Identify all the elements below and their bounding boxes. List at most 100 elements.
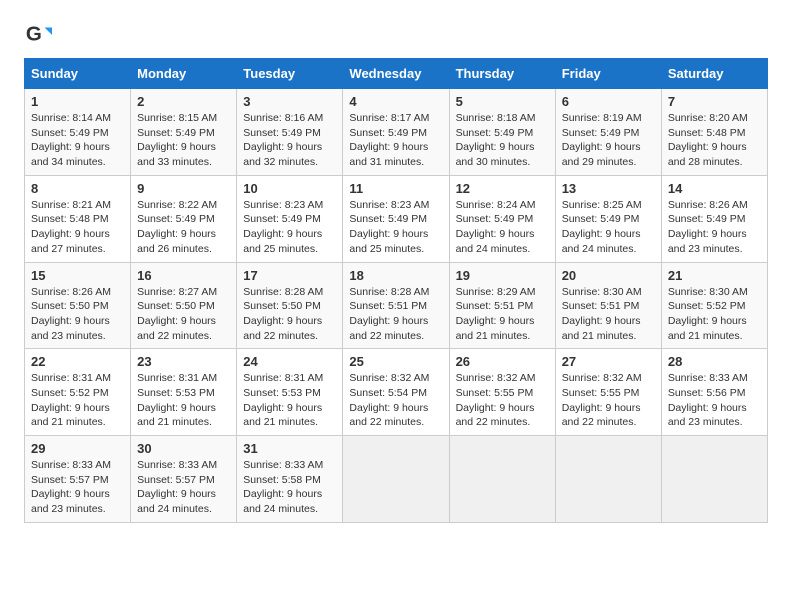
day-number: 6 xyxy=(562,94,655,109)
day-number: 12 xyxy=(456,181,549,196)
calendar-day-cell: 20Sunrise: 8:30 AMSunset: 5:51 PMDayligh… xyxy=(555,262,661,349)
calendar-day-header: Wednesday xyxy=(343,59,449,89)
day-info: Sunrise: 8:30 AMSunset: 5:52 PMDaylight:… xyxy=(668,286,748,342)
day-info: Sunrise: 8:32 AMSunset: 5:54 PMDaylight:… xyxy=(349,372,429,428)
calendar-week-row: 1 Sunrise: 8:14 AMSunset: 5:49 PMDaylight… xyxy=(25,89,768,176)
day-number: 25 xyxy=(349,354,442,369)
calendar-day-cell: 29 Sunrise: 8:33 AMSunset: 5:57 PMDayligh… xyxy=(25,436,131,523)
day-number: 27 xyxy=(562,354,655,369)
calendar-day-cell: 31Sunrise: 8:33 AMSunset: 5:58 PMDayligh… xyxy=(237,436,343,523)
day-number: 28 xyxy=(668,354,761,369)
day-info: Sunrise: 8:25 AMSunset: 5:49 PMDaylight:… xyxy=(562,199,642,255)
calendar-day-cell: 19Sunrise: 8:29 AMSunset: 5:51 PMDayligh… xyxy=(449,262,555,349)
calendar-day-header: Tuesday xyxy=(237,59,343,89)
day-info: Sunrise: 8:33 AMSunset: 5:58 PMDaylight:… xyxy=(243,459,323,515)
day-number: 9 xyxy=(137,181,230,196)
calendar-day-cell: 23Sunrise: 8:31 AMSunset: 5:53 PMDayligh… xyxy=(131,349,237,436)
calendar-day-cell: 25 Sunrise: 8:32 AMSunset: 5:54 PMDayligh… xyxy=(343,349,449,436)
calendar-day-cell: 15 Sunrise: 8:26 AMSunset: 5:50 PMDayligh… xyxy=(25,262,131,349)
day-number: 29 xyxy=(31,441,124,456)
calendar-day-cell: 24 Sunrise: 8:31 AMSunset: 5:53 PMDayligh… xyxy=(237,349,343,436)
calendar-day-cell xyxy=(343,436,449,523)
day-info: Sunrise: 8:32 AMSunset: 5:55 PMDaylight:… xyxy=(456,372,536,428)
calendar-day-cell: 4 Sunrise: 8:17 AMSunset: 5:49 PMDaylight… xyxy=(343,89,449,176)
day-info: Sunrise: 8:31 AMSunset: 5:52 PMDaylight:… xyxy=(31,372,111,428)
calendar-day-cell: 27 Sunrise: 8:32 AMSunset: 5:55 PMDayligh… xyxy=(555,349,661,436)
calendar-day-cell: 1 Sunrise: 8:14 AMSunset: 5:49 PMDaylight… xyxy=(25,89,131,176)
day-number: 30 xyxy=(137,441,230,456)
day-info: Sunrise: 8:14 AMSunset: 5:49 PMDaylight:… xyxy=(31,112,111,168)
day-number: 24 xyxy=(243,354,336,369)
calendar-day-cell: 6 Sunrise: 8:19 AMSunset: 5:49 PMDaylight… xyxy=(555,89,661,176)
day-number: 21 xyxy=(668,268,761,283)
day-info: Sunrise: 8:33 AMSunset: 5:57 PMDaylight:… xyxy=(31,459,111,515)
day-info: Sunrise: 8:21 AMSunset: 5:48 PMDaylight:… xyxy=(31,199,111,255)
calendar-day-cell: 5Sunrise: 8:18 AMSunset: 5:49 PMDaylight… xyxy=(449,89,555,176)
day-number: 17 xyxy=(243,268,336,283)
calendar-day-cell: 22Sunrise: 8:31 AMSunset: 5:52 PMDayligh… xyxy=(25,349,131,436)
day-info: Sunrise: 8:26 AMSunset: 5:50 PMDaylight:… xyxy=(31,286,111,342)
day-number: 3 xyxy=(243,94,336,109)
calendar-day-header: Sunday xyxy=(25,59,131,89)
day-number: 18 xyxy=(349,268,442,283)
day-info: Sunrise: 8:15 AMSunset: 5:49 PMDaylight:… xyxy=(137,112,217,168)
calendar-day-cell xyxy=(449,436,555,523)
calendar-day-header: Saturday xyxy=(661,59,767,89)
calendar-day-header: Thursday xyxy=(449,59,555,89)
calendar-day-cell: 11 Sunrise: 8:23 AMSunset: 5:49 PMDayligh… xyxy=(343,175,449,262)
day-info: Sunrise: 8:26 AMSunset: 5:49 PMDaylight:… xyxy=(668,199,748,255)
svg-text:G: G xyxy=(26,23,42,46)
day-info: Sunrise: 8:28 AMSunset: 5:50 PMDaylight:… xyxy=(243,286,323,342)
calendar-day-cell: 26 Sunrise: 8:32 AMSunset: 5:55 PMDayligh… xyxy=(449,349,555,436)
day-info: Sunrise: 8:20 AMSunset: 5:48 PMDaylight:… xyxy=(668,112,748,168)
calendar-day-cell: 9 Sunrise: 8:22 AMSunset: 5:49 PMDaylight… xyxy=(131,175,237,262)
calendar-day-cell: 17 Sunrise: 8:28 AMSunset: 5:50 PMDayligh… xyxy=(237,262,343,349)
calendar-table: SundayMondayTuesdayWednesdayThursdayFrid… xyxy=(24,58,768,523)
day-number: 5 xyxy=(456,94,549,109)
day-number: 8 xyxy=(31,181,124,196)
calendar-day-cell: 14 Sunrise: 8:26 AMSunset: 5:49 PMDayligh… xyxy=(661,175,767,262)
day-info: Sunrise: 8:23 AMSunset: 5:49 PMDaylight:… xyxy=(349,199,429,255)
day-number: 11 xyxy=(349,181,442,196)
day-number: 4 xyxy=(349,94,442,109)
day-number: 13 xyxy=(562,181,655,196)
day-info: Sunrise: 8:29 AMSunset: 5:51 PMDaylight:… xyxy=(456,286,536,342)
day-number: 14 xyxy=(668,181,761,196)
day-info: Sunrise: 8:17 AMSunset: 5:49 PMDaylight:… xyxy=(349,112,429,168)
day-info: Sunrise: 8:32 AMSunset: 5:55 PMDaylight:… xyxy=(562,372,642,428)
logo: G xyxy=(24,20,56,48)
day-info: Sunrise: 8:19 AMSunset: 5:49 PMDaylight:… xyxy=(562,112,642,168)
calendar-day-cell: 7 Sunrise: 8:20 AMSunset: 5:48 PMDaylight… xyxy=(661,89,767,176)
day-number: 1 xyxy=(31,94,124,109)
day-info: Sunrise: 8:22 AMSunset: 5:49 PMDaylight:… xyxy=(137,199,217,255)
day-info: Sunrise: 8:23 AMSunset: 5:49 PMDaylight:… xyxy=(243,199,323,255)
calendar-day-header: Friday xyxy=(555,59,661,89)
day-number: 15 xyxy=(31,268,124,283)
calendar-header-row: SundayMondayTuesdayWednesdayThursdayFrid… xyxy=(25,59,768,89)
calendar-day-cell: 3 Sunrise: 8:16 AMSunset: 5:49 PMDaylight… xyxy=(237,89,343,176)
day-info: Sunrise: 8:16 AMSunset: 5:49 PMDaylight:… xyxy=(243,112,323,168)
calendar-day-cell: 28 Sunrise: 8:33 AMSunset: 5:56 PMDayligh… xyxy=(661,349,767,436)
calendar-day-cell: 12 Sunrise: 8:24 AMSunset: 5:49 PMDayligh… xyxy=(449,175,555,262)
day-info: Sunrise: 8:24 AMSunset: 5:49 PMDaylight:… xyxy=(456,199,536,255)
day-number: 2 xyxy=(137,94,230,109)
day-info: Sunrise: 8:33 AMSunset: 5:57 PMDaylight:… xyxy=(137,459,217,515)
day-number: 26 xyxy=(456,354,549,369)
calendar-day-cell: 13 Sunrise: 8:25 AMSunset: 5:49 PMDayligh… xyxy=(555,175,661,262)
day-number: 7 xyxy=(668,94,761,109)
logo-icon: G xyxy=(24,20,52,48)
calendar-day-cell xyxy=(555,436,661,523)
calendar-day-cell xyxy=(661,436,767,523)
calendar-day-cell: 10Sunrise: 8:23 AMSunset: 5:49 PMDayligh… xyxy=(237,175,343,262)
calendar-week-row: 29 Sunrise: 8:33 AMSunset: 5:57 PMDayligh… xyxy=(25,436,768,523)
calendar-week-row: 22Sunrise: 8:31 AMSunset: 5:52 PMDayligh… xyxy=(25,349,768,436)
day-number: 23 xyxy=(137,354,230,369)
day-info: Sunrise: 8:33 AMSunset: 5:56 PMDaylight:… xyxy=(668,372,748,428)
calendar-day-cell: 21 Sunrise: 8:30 AMSunset: 5:52 PMDayligh… xyxy=(661,262,767,349)
day-info: Sunrise: 8:31 AMSunset: 5:53 PMDaylight:… xyxy=(243,372,323,428)
calendar-day-header: Monday xyxy=(131,59,237,89)
calendar-day-cell: 2 Sunrise: 8:15 AMSunset: 5:49 PMDaylight… xyxy=(131,89,237,176)
day-info: Sunrise: 8:27 AMSunset: 5:50 PMDaylight:… xyxy=(137,286,217,342)
page-header: G xyxy=(24,20,768,48)
calendar-week-row: 15 Sunrise: 8:26 AMSunset: 5:50 PMDayligh… xyxy=(25,262,768,349)
